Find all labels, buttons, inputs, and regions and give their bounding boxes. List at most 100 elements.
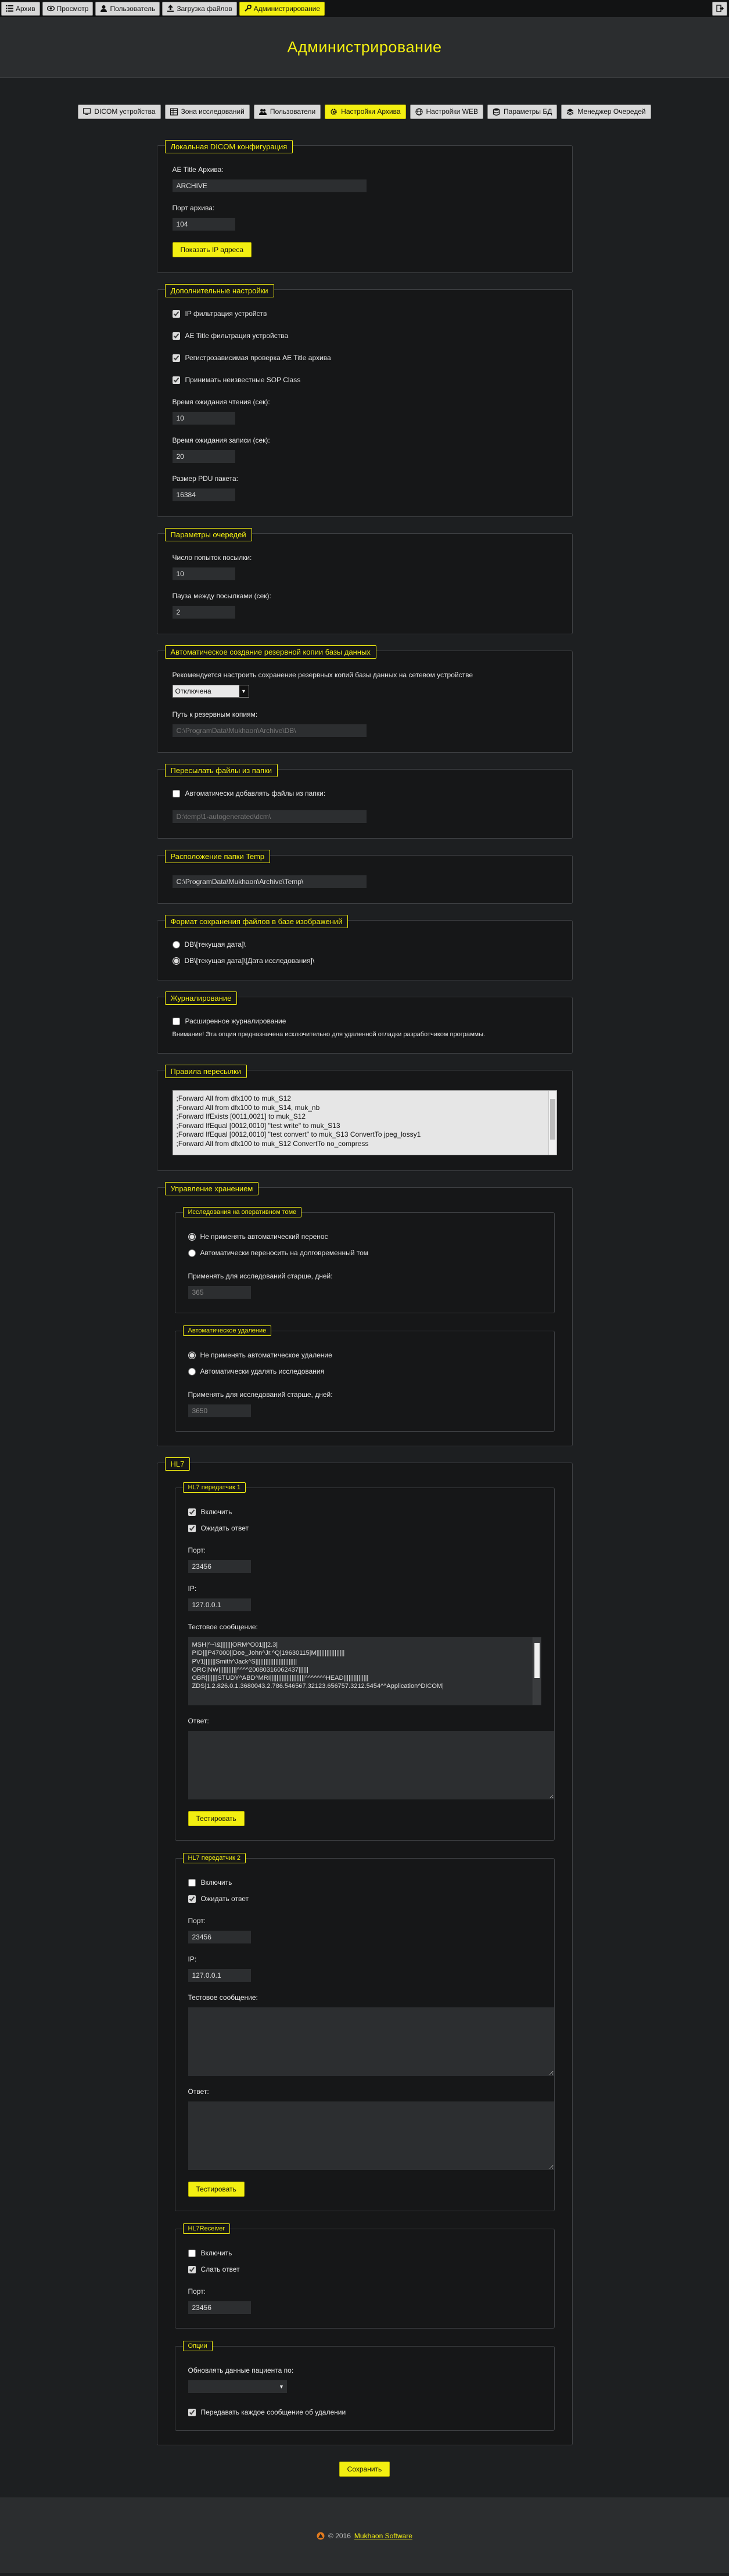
checkbox[interactable] bbox=[172, 789, 180, 797]
section-title: Локальная DICOM конфигурация bbox=[164, 140, 293, 153]
scrollbar[interactable] bbox=[548, 1091, 556, 1155]
company-link[interactable]: Mukhaon Software bbox=[354, 2532, 412, 2540]
save-button[interactable]: Сохранить bbox=[339, 2462, 390, 2477]
read-timeout-input[interactable] bbox=[172, 412, 235, 425]
hl7-line: ZDS|1.2.826.0.1.3680043.2.786.546567.321… bbox=[192, 1683, 444, 1690]
checkbox[interactable] bbox=[188, 2408, 196, 2416]
tab-web-settings[interactable]: Настройки WEB bbox=[410, 104, 484, 119]
forward-folder-input[interactable] bbox=[172, 810, 367, 823]
sender1-ip-input[interactable] bbox=[188, 1598, 251, 1611]
write-timeout-input[interactable] bbox=[172, 450, 235, 463]
checkbox[interactable] bbox=[172, 354, 180, 362]
radio[interactable] bbox=[188, 1249, 196, 1257]
database-icon bbox=[493, 108, 500, 116]
tab-queue-manager[interactable]: Менеджер Очередей bbox=[561, 104, 651, 119]
hl7-receiver: HL7Receiver Включить Слать ответ Порт: bbox=[174, 2223, 555, 2329]
hl7-sender-2: HL7 передатчик 2 Включить Ожидать ответ … bbox=[174, 1853, 555, 2211]
checkbox-label: Принимать неизвестные SOP Class bbox=[185, 376, 301, 384]
no-auto-delete-radio[interactable]: Не применять автоматическое удаление bbox=[188, 1351, 541, 1359]
sender1-port-input[interactable] bbox=[188, 1560, 251, 1573]
show-ip-button[interactable]: Показать IP адреса bbox=[172, 242, 252, 257]
sender2-test-textarea[interactable] bbox=[188, 2007, 554, 2076]
hl7-sender-1: HL7 передатчик 1 Включить Ожидать ответ … bbox=[174, 1482, 555, 1841]
section-title: Формат сохранения файлов в базе изображе… bbox=[164, 915, 349, 928]
sender2-port-input[interactable] bbox=[188, 1931, 251, 1943]
tab-archive-settings[interactable]: Настройки Архива bbox=[325, 104, 406, 119]
checkbox-label: Ожидать ответ bbox=[200, 1895, 249, 1903]
radio[interactable] bbox=[188, 1367, 196, 1375]
scroll-thumb[interactable] bbox=[550, 1099, 555, 1140]
backup-mode-select[interactable]: Отключена ▼ bbox=[172, 685, 249, 698]
ae-title-input[interactable] bbox=[172, 179, 367, 192]
online-days-input[interactable] bbox=[188, 1286, 251, 1299]
pause-input[interactable] bbox=[172, 606, 235, 619]
sender1-test-textarea[interactable]: MSH|^~\&|||||||ORM^O01|||2.3| PID|||P470… bbox=[188, 1637, 541, 1705]
scroll-thumb[interactable] bbox=[534, 1643, 540, 1678]
sender2-wait-checkbox[interactable]: Ожидать ответ bbox=[188, 1895, 541, 1903]
archive-port-input[interactable] bbox=[172, 218, 235, 231]
forward-rules-textarea[interactable]: ;Forward All from dfx100 to muk_S12 ;For… bbox=[172, 1090, 557, 1155]
sender2-test-button[interactable]: Тестировать bbox=[188, 2182, 245, 2197]
nav-upload-button[interactable]: Загрузка файлов bbox=[162, 1, 237, 16]
auto-add-files-checkbox[interactable]: Автоматически добавлять файлы из папки: bbox=[172, 789, 557, 797]
ae-filter-checkbox[interactable]: AE Title фильтрация устройства bbox=[172, 332, 557, 340]
unknown-sop-checkbox[interactable]: Принимать неизвестные SOP Class bbox=[172, 376, 557, 384]
backup-path-input[interactable] bbox=[172, 724, 367, 737]
radio[interactable] bbox=[172, 940, 180, 949]
radio[interactable] bbox=[172, 957, 180, 965]
sender2-ip-input[interactable] bbox=[188, 1969, 251, 1982]
extended-logging-checkbox[interactable]: Расширенное журналирование bbox=[172, 1017, 557, 1025]
scrollbar[interactable] bbox=[532, 1637, 541, 1705]
auto-transfer-radio[interactable]: Автоматически переносить на долговременн… bbox=[188, 1249, 541, 1257]
storage-format-section: Формат сохранения файлов в базе изображе… bbox=[156, 915, 573, 980]
receiver-port-input[interactable] bbox=[188, 2301, 251, 2314]
tab-db-params[interactable]: Параметры БД bbox=[487, 104, 558, 119]
temp-path-input[interactable] bbox=[172, 875, 367, 888]
sender1-test-button[interactable]: Тестировать bbox=[188, 1811, 245, 1826]
send-each-delete-checkbox[interactable]: Передавать каждое сообщение об удалении bbox=[188, 2408, 541, 2416]
nav-view-button[interactable]: Просмотр bbox=[42, 1, 94, 16]
radio[interactable] bbox=[188, 1233, 196, 1241]
receiver-send-checkbox[interactable]: Слать ответ bbox=[188, 2265, 541, 2273]
format-option-date-study[interactable]: DB\[текущая дата]\[Дата исследования]\ bbox=[172, 957, 557, 965]
receiver-enable-checkbox[interactable]: Включить bbox=[188, 2249, 541, 2257]
sender1-response-textarea[interactable] bbox=[188, 1731, 554, 1799]
sender1-enable-checkbox[interactable]: Включить bbox=[188, 1508, 541, 1516]
online-volume-subsection: Исследования на оперативном томе Не прим… bbox=[174, 1207, 555, 1313]
list-icon bbox=[6, 5, 13, 12]
extra-settings-section: Дополнительные настройки IP фильтрация у… bbox=[156, 284, 573, 517]
no-auto-transfer-radio[interactable]: Не применять автоматический перенос bbox=[188, 1233, 541, 1241]
nav-admin-button[interactable]: Администрирование bbox=[239, 1, 325, 16]
checkbox[interactable] bbox=[172, 376, 180, 384]
format-option-date[interactable]: DB\[текущая дата]\ bbox=[172, 940, 557, 949]
checkbox[interactable] bbox=[188, 1895, 196, 1903]
attempts-input[interactable] bbox=[172, 567, 235, 580]
nav-user-button[interactable]: Пользователь bbox=[95, 1, 160, 16]
checkbox[interactable] bbox=[188, 2265, 196, 2273]
tab-study-zone[interactable]: Зона исследований bbox=[164, 104, 250, 119]
sender2-response-label: Ответ: bbox=[188, 2088, 209, 2096]
sender2-enable-checkbox[interactable]: Включить bbox=[188, 1878, 541, 1887]
tab-dicom-devices[interactable]: DICOM устройства bbox=[78, 104, 161, 119]
checkbox[interactable] bbox=[188, 1524, 196, 1532]
checkbox-label: Включить bbox=[200, 1508, 232, 1516]
auto-delete-radio[interactable]: Автоматически удалять исследования bbox=[188, 1367, 541, 1375]
logout-button[interactable] bbox=[712, 1, 727, 16]
tab-users[interactable]: Пользователи bbox=[253, 104, 321, 119]
checkbox[interactable] bbox=[188, 1878, 196, 1887]
radio[interactable] bbox=[188, 1351, 196, 1359]
temp-folder-section: Расположение папки Temp bbox=[156, 850, 573, 904]
sender1-wait-checkbox[interactable]: Ожидать ответ bbox=[188, 1524, 541, 1532]
case-sensitive-checkbox[interactable]: Регистрозависимая проверка AE Title архи… bbox=[172, 354, 557, 362]
checkbox[interactable] bbox=[172, 332, 180, 340]
checkbox[interactable] bbox=[172, 1017, 180, 1025]
ip-filter-checkbox[interactable]: IP фильтрация устройств bbox=[172, 310, 557, 318]
delete-days-input[interactable] bbox=[188, 1404, 251, 1417]
checkbox[interactable] bbox=[188, 2249, 196, 2257]
sender2-response-textarea[interactable] bbox=[188, 2101, 554, 2170]
pdu-size-input[interactable] bbox=[172, 488, 235, 501]
checkbox[interactable] bbox=[172, 310, 180, 318]
checkbox[interactable] bbox=[188, 1508, 196, 1516]
update-patient-select[interactable]: ▼ bbox=[188, 2380, 287, 2393]
nav-archive-button[interactable]: Архив bbox=[1, 1, 40, 16]
